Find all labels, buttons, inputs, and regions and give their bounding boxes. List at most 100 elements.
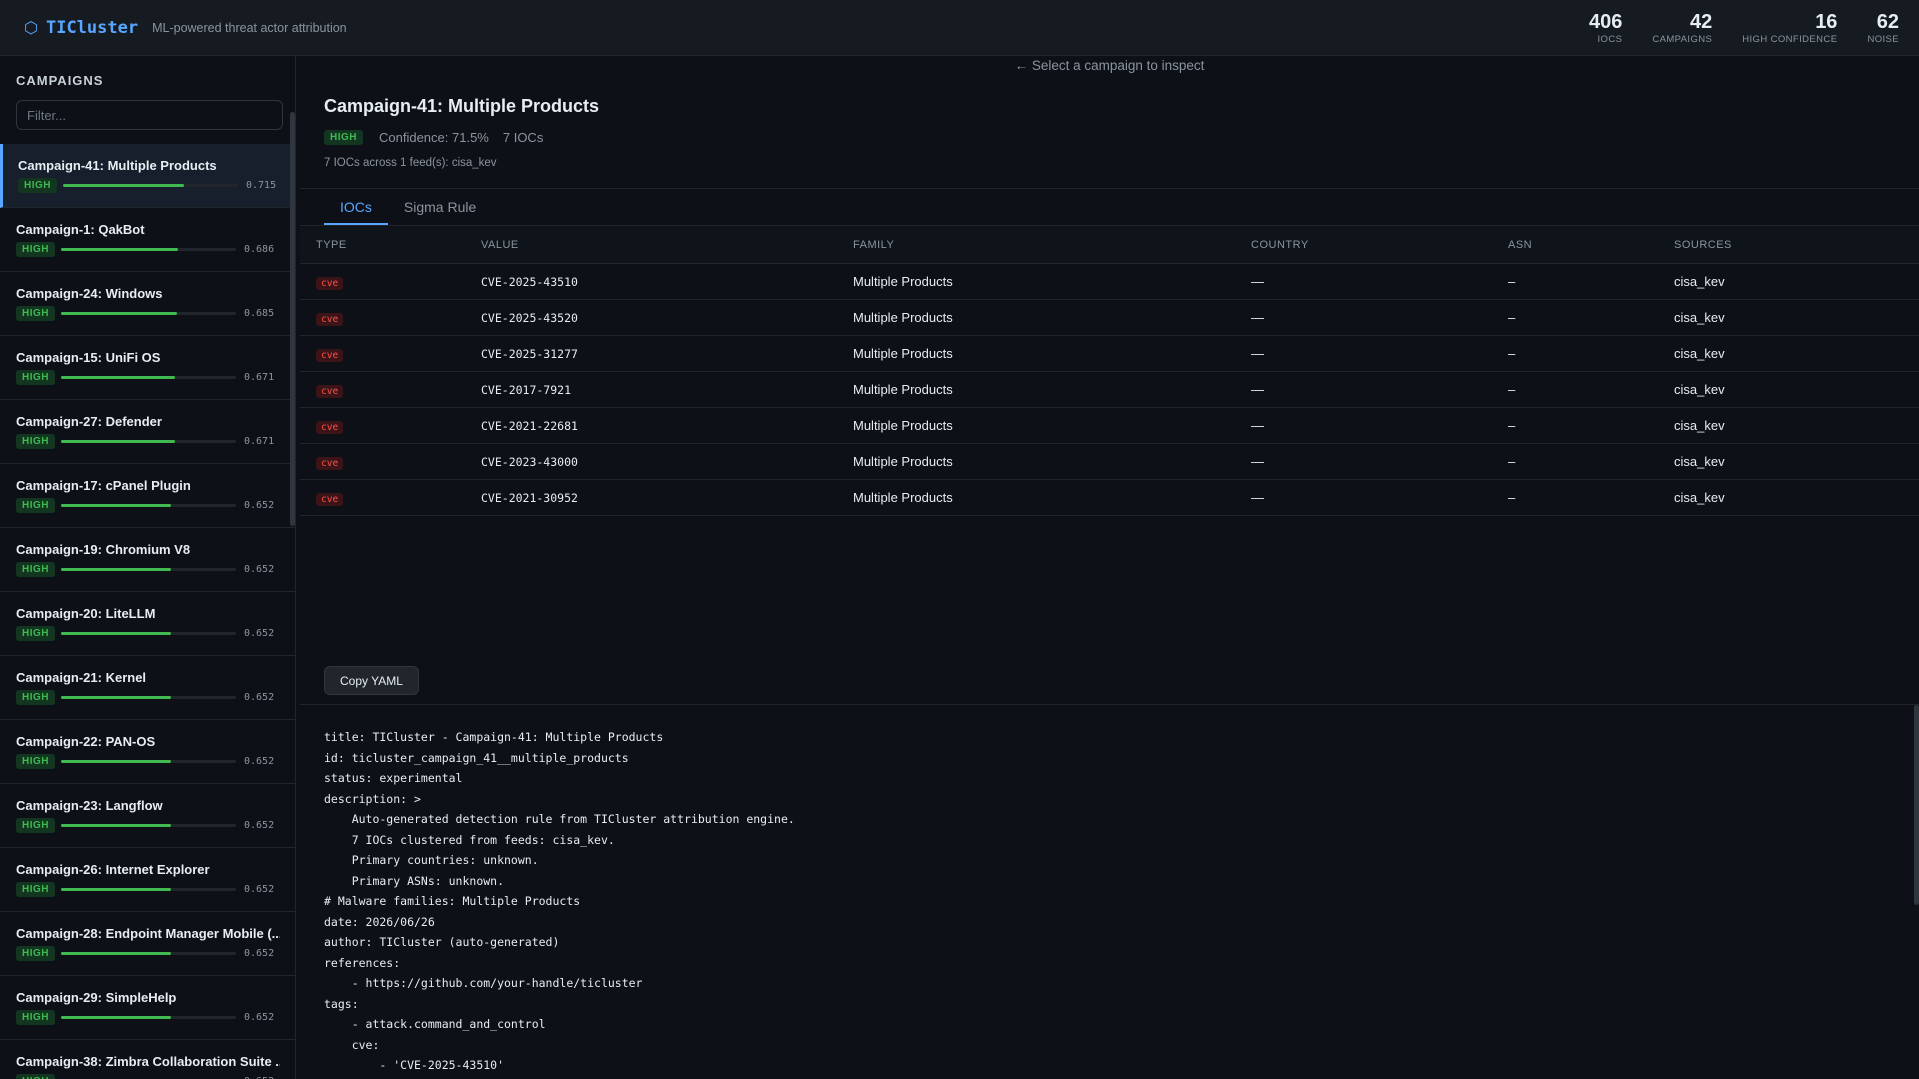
confidence-badge: HIGH: [16, 754, 55, 769]
campaign-filter-input[interactable]: [16, 100, 283, 130]
campaign-score: 0.686: [244, 244, 275, 255]
stat-noise: 62 NOISE: [1867, 11, 1899, 45]
score-bar-fill: [61, 312, 177, 315]
score-bar-fill: [61, 632, 172, 635]
ioc-value-cell: CVE-2021-22681: [481, 418, 578, 433]
score-bar: [61, 824, 236, 827]
sidebar-heading: CAMPAIGNS: [16, 73, 104, 88]
ioc-family-cell: Multiple Products: [853, 346, 953, 361]
campaign-item-title: Campaign-28: Endpoint Manager Mobile (..…: [16, 926, 280, 941]
campaign-list-item[interactable]: Campaign-26: Internet Explorer HIGH 0.652: [0, 848, 295, 912]
campaign-item-title: Campaign-23: Langflow: [16, 798, 163, 813]
campaign-item-meta: HIGH 0.652: [16, 882, 280, 897]
yaml-line: Primary countries: unknown.: [324, 853, 539, 867]
campaign-item-title: Campaign-38: Zimbra Collaboration Suite …: [16, 1054, 280, 1069]
ioc-type-cell: cve: [300, 454, 481, 470]
campaign-item-meta: HIGH 0.671: [16, 370, 280, 385]
campaign-list-item[interactable]: Campaign-28: Endpoint Manager Mobile (..…: [0, 912, 295, 976]
table-row[interactable]: cve CVE-2023-43000 Multiple Products — – cisa…: [300, 444, 1919, 480]
campaign-item-title: Campaign-29: SimpleHelp: [16, 990, 177, 1005]
campaign-list-item[interactable]: Campaign-24: Windows HIGH 0.685: [0, 272, 295, 336]
yaml-line: description: >: [324, 791, 421, 806]
campaign-list-item[interactable]: Campaign-22: PAN-OS HIGH 0.652: [0, 720, 295, 784]
campaign-list-item[interactable]: Campaign-27: Defender HIGH 0.671: [0, 400, 295, 464]
campaign-item-meta: HIGH 0.652: [16, 626, 280, 641]
ioc-sources-cell: cisa_kev: [1674, 274, 1725, 289]
campaign-item-title: Campaign-1: QakBot: [16, 222, 145, 237]
campaign-item-title: Campaign-22: PAN-OS: [16, 734, 156, 749]
detail-tabs: IOCs Sigma Rule: [300, 188, 1919, 226]
score-bar-fill: [61, 568, 172, 571]
campaign-score: 0.671: [244, 436, 275, 447]
campaign-score: 0.652: [244, 756, 275, 767]
score-bar: [61, 952, 236, 955]
yaml-line: - attack.command_and_control: [324, 1017, 546, 1031]
campaign-list-item[interactable]: Campaign-23: Langflow HIGH 0.652: [0, 784, 295, 848]
sidebar-scrollbar[interactable]: [290, 112, 295, 526]
campaign-score: 0.652: [244, 564, 275, 575]
ioc-country-cell: —: [1251, 418, 1264, 433]
table-row[interactable]: cve CVE-2025-43510 Multiple Products — – cisa…: [300, 264, 1919, 300]
campaign-item-meta: HIGH 0.686: [16, 242, 280, 257]
score-bar-fill: [61, 504, 172, 507]
ioc-type-badge: cve: [316, 384, 344, 398]
column-header-sources[interactable]: SOURCES: [1674, 239, 1914, 251]
confidence-badge: HIGH: [16, 690, 55, 705]
campaign-item-title: Campaign-41: Multiple Products: [18, 158, 217, 173]
campaign-list-item[interactable]: Campaign-29: SimpleHelp HIGH 0.652: [0, 976, 295, 1040]
table-row[interactable]: cve CVE-2021-30952 Multiple Products — – cisa…: [300, 480, 1919, 516]
column-header-country[interactable]: COUNTRY: [1251, 239, 1508, 251]
campaign-meta: HIGH Confidence: 71.5% 7 IOCs: [324, 130, 543, 145]
ioc-asn-cell: –: [1508, 310, 1516, 325]
table-header: TYPE VALUE FAMILY COUNTRY ASN SOURCES: [300, 227, 1919, 264]
column-header-value[interactable]: VALUE: [481, 239, 853, 251]
stat-label: NOISE: [1867, 33, 1899, 45]
confidence-badge: HIGH: [16, 1074, 55, 1079]
ioc-type-cell: cve: [300, 490, 481, 506]
campaign-item-meta: HIGH 0.671: [16, 434, 280, 449]
copy-yaml-button[interactable]: Copy YAML: [324, 666, 419, 695]
ioc-asn-cell: –: [1508, 274, 1516, 289]
table-row[interactable]: cve CVE-2025-43520 Multiple Products — – cisa…: [300, 300, 1919, 336]
score-bar: [61, 632, 236, 635]
campaign-score: 0.685: [244, 308, 275, 319]
column-header-type[interactable]: TYPE: [300, 239, 481, 251]
score-bar: [61, 312, 236, 315]
stat-value: 16: [1815, 10, 1838, 33]
campaign-score: 0.652: [244, 500, 275, 511]
confidence-badge: HIGH: [324, 130, 363, 145]
ioc-family-cell: Multiple Products: [853, 382, 953, 397]
ioc-country-cell: —: [1251, 310, 1264, 325]
ioc-type-badge: cve: [316, 312, 344, 326]
campaign-list-item[interactable]: Campaign-20: LiteLLM HIGH 0.652: [0, 592, 295, 656]
column-header-asn[interactable]: ASN: [1508, 239, 1674, 251]
tab-sigma-rule[interactable]: Sigma Rule: [388, 189, 492, 225]
score-bar-fill: [61, 248, 179, 251]
campaign-list-item[interactable]: Campaign-19: Chromium V8 HIGH 0.652: [0, 528, 295, 592]
logo[interactable]: ⬡ TICluster: [24, 18, 138, 38]
tab-iocs[interactable]: IOCs: [324, 189, 388, 225]
campaign-item-title: Campaign-26: Internet Explorer: [16, 862, 210, 877]
yaml-line: date: 2026/06/26: [324, 914, 435, 929]
confidence-badge: HIGH: [16, 434, 55, 449]
ioc-sources-cell: cisa_kev: [1674, 418, 1725, 433]
campaign-list-item[interactable]: Campaign-38: Zimbra Collaboration Suite …: [0, 1040, 295, 1079]
table-row[interactable]: cve CVE-2017-7921 Multiple Products — – cisa_…: [300, 372, 1919, 408]
campaign-list-item[interactable]: Campaign-1: QakBot HIGH 0.686: [0, 208, 295, 272]
campaign-list-item[interactable]: Campaign-41: Multiple Products HIGH 0.715: [0, 144, 295, 208]
ioc-asn-cell: –: [1508, 418, 1516, 433]
campaign-score: 0.652: [244, 884, 275, 895]
yaml-line: cve:: [324, 1037, 380, 1052]
campaign-detail: ← Select a campaign to inspect Campaign-…: [300, 56, 1919, 1079]
table-row[interactable]: cve CVE-2025-31277 Multiple Products — – cisa…: [300, 336, 1919, 372]
campaign-list-item[interactable]: Campaign-15: UniFi OS HIGH 0.671: [0, 336, 295, 400]
ioc-sources-cell: cisa_kev: [1674, 310, 1725, 325]
ioc-type-badge: cve: [316, 492, 344, 506]
column-header-family[interactable]: FAMILY: [853, 239, 1251, 251]
yaml-scrollbar[interactable]: [1914, 705, 1919, 905]
campaign-list-item[interactable]: Campaign-21: Kernel HIGH 0.652: [0, 656, 295, 720]
confidence-badge: HIGH: [16, 306, 55, 321]
score-bar: [61, 760, 236, 763]
table-row[interactable]: cve CVE-2021-22681 Multiple Products — – cisa…: [300, 408, 1919, 444]
campaign-list-item[interactable]: Campaign-17: cPanel Plugin HIGH 0.652: [0, 464, 295, 528]
